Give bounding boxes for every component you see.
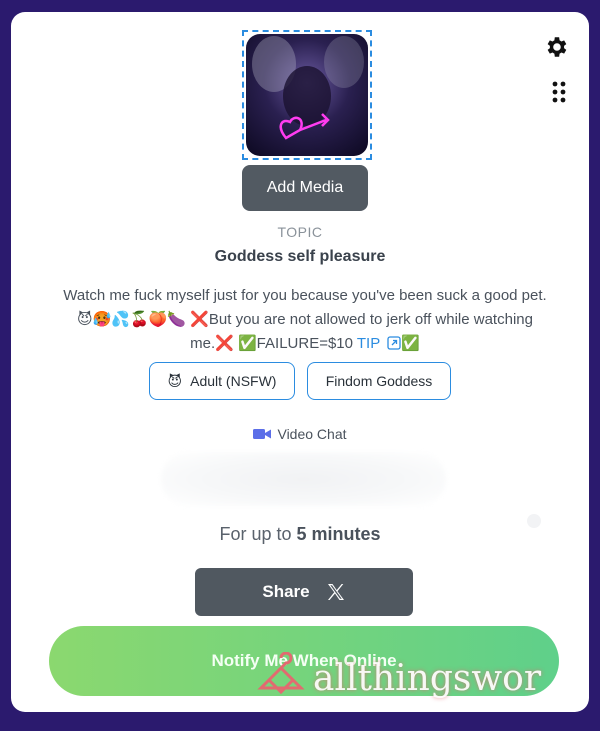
tip-link[interactable]: TIP — [357, 335, 401, 352]
video-chat-label: Video Chat — [277, 426, 347, 442]
share-button[interactable]: Share — [195, 568, 413, 616]
gear-icon[interactable] — [543, 34, 569, 60]
blurred-region — [161, 452, 446, 506]
description-line-3-prefix: me.❌ ✅FAILURE=$10 — [190, 335, 357, 352]
devil-emoji-icon: 😈 — [167, 372, 183, 389]
profile-card: Add Media TOPIC Goddess self pleasure Wa… — [11, 12, 589, 712]
profile-media[interactable] — [242, 30, 372, 160]
duration-prefix: For up to — [219, 524, 297, 544]
topic-title: Goddess self pleasure — [214, 248, 386, 265]
external-link-icon — [387, 336, 401, 350]
profile-photo — [246, 34, 368, 156]
add-media-button[interactable]: Add Media — [242, 165, 368, 211]
tag-adult-label: Adult (NSFW) — [190, 373, 277, 389]
duration-value: 5 minutes — [296, 524, 381, 544]
description: Watch me fuck myself just for you becaus… — [35, 284, 575, 356]
tip-label: TIP — [356, 335, 380, 352]
tag-adult[interactable]: 😈 Adult (NSFW) — [149, 362, 295, 400]
video-camera-icon — [253, 429, 272, 439]
video-chat-row: Video Chat — [11, 426, 589, 442]
topic-label: TOPIC — [277, 224, 323, 240]
description-line-3: me.❌ ✅FAILURE=$10 TIP ✅ — [35, 332, 575, 356]
neon-heart-icon — [252, 36, 364, 140]
description-line-1: Watch me fuck myself just for you becaus… — [63, 287, 547, 304]
tag-findom-label: Findom Goddess — [325, 373, 433, 389]
description-line-3-suffix: ✅ — [401, 335, 420, 352]
duration-text: For up to 5 minutes — [11, 524, 589, 545]
notify-label: Notify Me When Online — [211, 651, 397, 670]
notify-button[interactable]: Notify Me When Online — [49, 626, 559, 696]
tag-list: 😈 Adult (NSFW) Findom Goddess — [11, 362, 589, 400]
description-line-2: 😈🥵💦🍒🍑🍆 ❌But you are not allowed to jerk … — [77, 311, 533, 328]
share-label: Share — [262, 582, 310, 601]
x-logo-icon — [327, 584, 344, 600]
dots-grid-icon[interactable] — [551, 80, 567, 104]
tag-findom[interactable]: Findom Goddess — [307, 362, 451, 400]
